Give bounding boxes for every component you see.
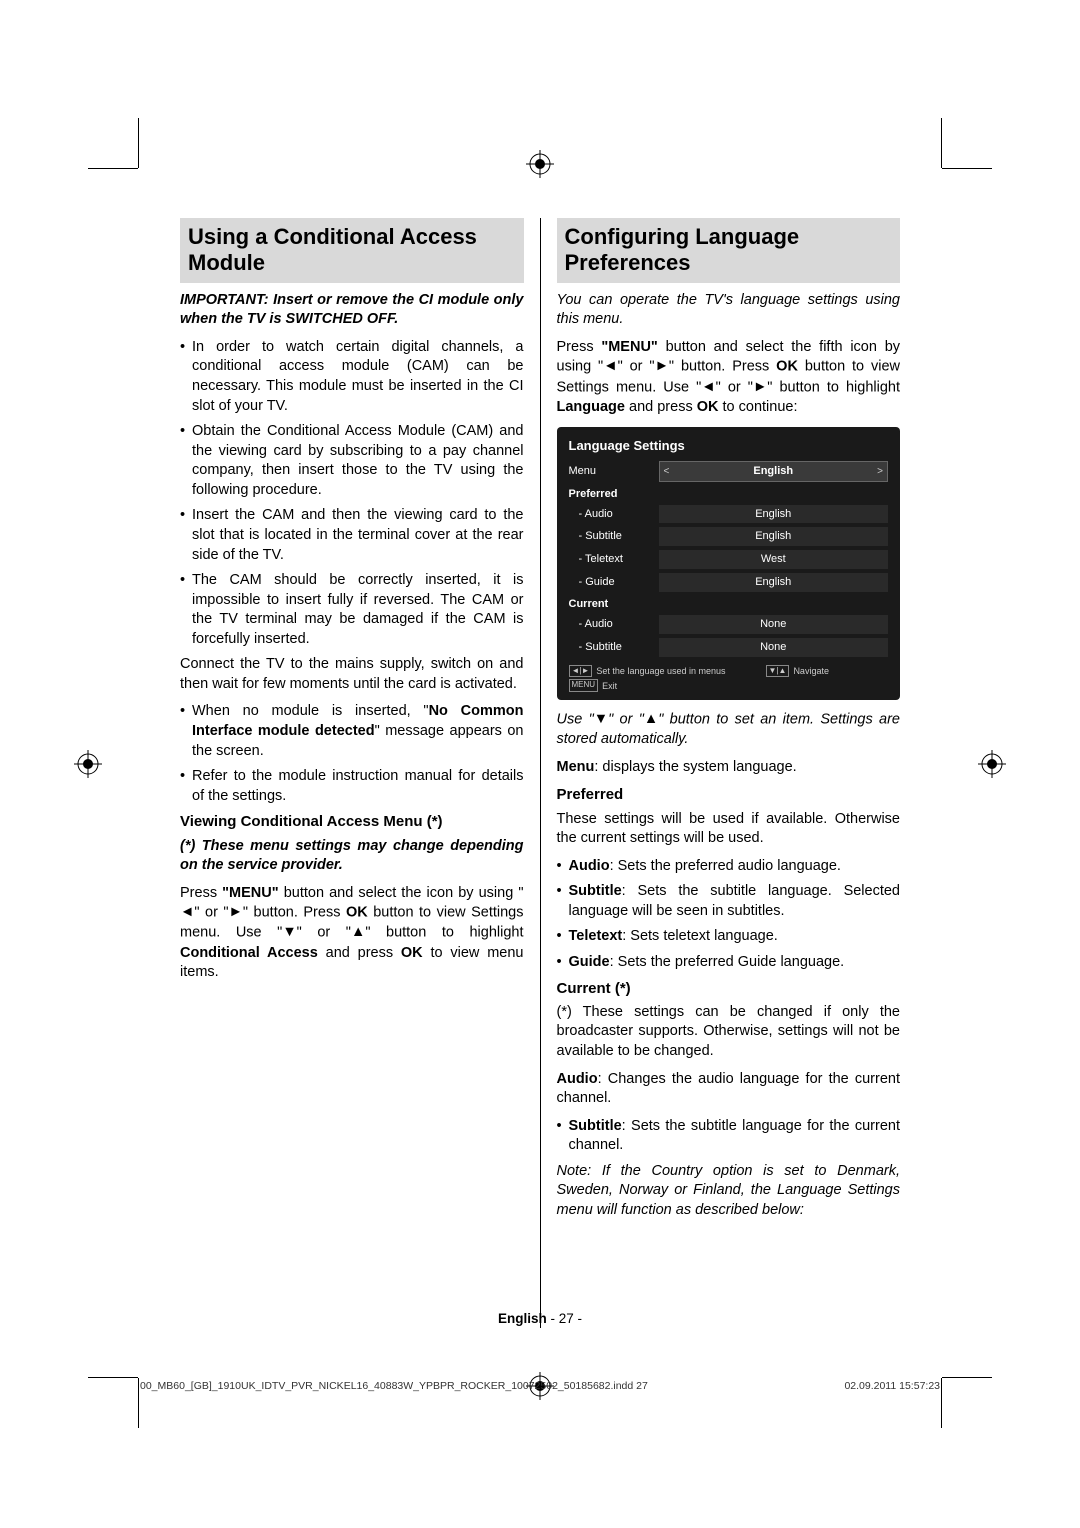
crop-mark xyxy=(138,1378,139,1428)
osd-row-guide: - GuideEnglish xyxy=(563,571,895,594)
list-item: •In order to watch certain digital chann… xyxy=(180,338,524,416)
list-item: •Subtitle: Sets the subtitle language. S… xyxy=(557,882,901,921)
list-item: •Teletext: Sets teletext language. xyxy=(557,927,901,947)
paragraph: Menu: displays the system language. xyxy=(557,758,901,778)
osd-row-menu: Menu < English > xyxy=(563,459,895,484)
nav-ud-icon: ▼|▲ xyxy=(766,665,790,678)
important-note: IMPORTANT: Insert or remove the CI modul… xyxy=(180,291,524,330)
crop-mark xyxy=(942,1377,992,1378)
list-item: •Subtitle: Sets the subtitle language fo… xyxy=(557,1117,901,1156)
osd-group-preferred: Preferred xyxy=(563,484,895,503)
manual-page: Using a Conditional Access Module IMPORT… xyxy=(0,0,1080,1528)
arrow-left-icon: ◄ xyxy=(180,903,194,923)
content-area: Using a Conditional Access Module IMPORT… xyxy=(180,218,900,1328)
list-item: •Insert the CAM and then the viewing car… xyxy=(180,506,524,565)
osd-row-subtitle: - SubtitleEnglish xyxy=(563,525,895,548)
osd-footer: MENUExit xyxy=(563,679,895,694)
list-item: •Obtain the Conditional Access Module (C… xyxy=(180,422,524,500)
intro-note: You can operate the TV's language settin… xyxy=(557,291,901,330)
menu-key-icon: MENU xyxy=(569,679,599,692)
right-column: Configuring Language Preferences You can… xyxy=(557,218,901,1328)
timestamp: 02.09.2011 15:57:23 xyxy=(844,1380,940,1392)
arrow-left-icon: ◄ xyxy=(603,357,617,377)
subheading-preferred: Preferred xyxy=(557,785,901,805)
arrow-down-icon: ▼ xyxy=(594,710,608,730)
file-path: 00_MB60_[GB]_1910UK_IDTV_PVR_NICKEL16_40… xyxy=(140,1380,648,1392)
column-divider xyxy=(540,218,541,1328)
list-item: •Guide: Sets the preferred Guide languag… xyxy=(557,953,901,973)
osd-row-current-subtitle: - SubtitleNone xyxy=(563,636,895,659)
osd-row-current-audio: - AudioNone xyxy=(563,613,895,636)
section-title-cam: Using a Conditional Access Module xyxy=(180,218,524,283)
crop-mark xyxy=(942,168,992,169)
osd-row-audio: - AudioEnglish xyxy=(563,503,895,526)
paragraph: These settings will be used if available… xyxy=(557,810,901,849)
arrow-up-icon: ▲ xyxy=(351,923,365,943)
page-number: English - 27 - xyxy=(0,1311,1080,1326)
crop-mark xyxy=(138,118,139,168)
arrow-right-icon: ► xyxy=(229,903,243,923)
osd-group-current: Current xyxy=(563,594,895,613)
tv-osd-screenshot: Language Settings Menu < English > Prefe… xyxy=(557,427,901,700)
crop-mark xyxy=(88,1377,138,1378)
paragraph: Audio: Changes the audio language for th… xyxy=(557,1070,901,1109)
crop-mark xyxy=(941,118,942,168)
arrow-right-icon: ► xyxy=(655,357,669,377)
osd-value: < English > xyxy=(659,461,889,482)
arrow-right-icon: ► xyxy=(753,378,767,398)
paragraph: Use "▼" or "▲" button to set an item. Se… xyxy=(557,710,901,750)
arrow-down-icon: ▼ xyxy=(282,923,296,943)
subheading-viewing-cam: Viewing Conditional Access Menu (*) xyxy=(180,812,524,832)
osd-row-teletext: - TeletextWest xyxy=(563,548,895,571)
subheading-current: Current (*) xyxy=(557,979,901,999)
nav-lr-icon: ◄|► xyxy=(569,665,593,678)
paragraph: Connect the TV to the mains supply, swit… xyxy=(180,655,524,694)
note: Note: If the Country option is set to De… xyxy=(557,1162,901,1221)
arrow-up-icon: ▲ xyxy=(644,710,658,730)
registration-mark-icon xyxy=(978,750,1006,778)
left-column: Using a Conditional Access Module IMPORT… xyxy=(180,218,524,1328)
paragraph: Press "MENU" button and select the icon … xyxy=(180,884,524,983)
list-item: •When no module is inserted, "No Common … xyxy=(180,702,524,761)
paragraph: (*) These settings can be changed if onl… xyxy=(557,1003,901,1062)
section-title-language: Configuring Language Preferences xyxy=(557,218,901,283)
paragraph: Press "MENU" button and select the fifth… xyxy=(557,338,901,417)
document-footer: 00_MB60_[GB]_1910UK_IDTV_PVR_NICKEL16_40… xyxy=(140,1380,940,1392)
osd-footer: ◄|►Set the language used in menus ▼|▲Nav… xyxy=(563,659,895,680)
chevron-right-icon: > xyxy=(877,465,883,479)
crop-mark xyxy=(88,168,138,169)
registration-mark-icon xyxy=(74,750,102,778)
chevron-left-icon: < xyxy=(664,465,670,479)
list-item: •Refer to the module instruction manual … xyxy=(180,767,524,806)
list-item: •Audio: Sets the preferred audio languag… xyxy=(557,857,901,877)
registration-mark-icon xyxy=(526,150,554,178)
footnote: (*) These menu settings may change depen… xyxy=(180,837,524,876)
arrow-left-icon: ◄ xyxy=(701,378,715,398)
osd-title: Language Settings xyxy=(563,433,895,459)
crop-mark xyxy=(941,1378,942,1428)
list-item: •The CAM should be correctly inserted, i… xyxy=(180,571,524,649)
